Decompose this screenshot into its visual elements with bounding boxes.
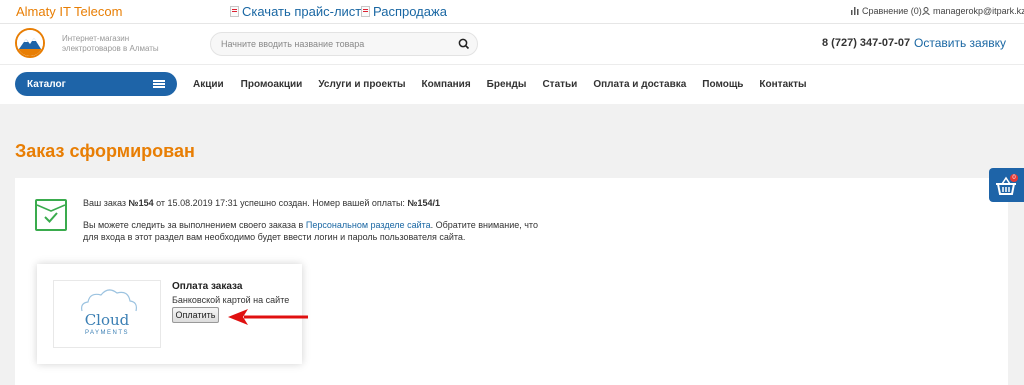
sale-link-label: Распродажа: [373, 4, 447, 19]
pricelist-link[interactable]: Скачать прайс-лист: [230, 4, 361, 19]
phone-number[interactable]: 8 (727) 347-07-07: [822, 37, 910, 49]
cart-widget[interactable]: 0: [989, 168, 1024, 202]
cart-count-badge: 0: [1010, 174, 1018, 182]
nav-item-brands[interactable]: Бренды: [487, 79, 527, 90]
nav-items: Акции Промоакции Услуги и проекты Компан…: [193, 79, 807, 90]
cloudpayments-logo: Cloud PAYMENTS: [53, 280, 161, 348]
order-tracking-message: Вы можете следить за выполнением своего …: [83, 219, 555, 243]
top-bar: Almaty IT Telecom Скачать прайс-лист Рас…: [0, 0, 1024, 24]
search-placeholder: Начните вводить название товара: [221, 39, 365, 49]
compare-icon: [851, 7, 859, 15]
compare-label: Сравнение (0): [862, 6, 922, 16]
cloudpayments-logo-sub: PAYMENTS: [84, 330, 130, 336]
order-created-message: Ваш заказ №154 от 15.08.2019 17:31 успеш…: [83, 198, 440, 208]
nav-item-help[interactable]: Помощь: [702, 79, 743, 90]
order-success-icon: [35, 199, 67, 231]
order-msg-mid: от 15.08.2019 17:31 успешно создан. Номе…: [156, 198, 405, 208]
nav-item-services[interactable]: Услуги и проекты: [318, 79, 405, 90]
payment-number: №154/1: [407, 198, 441, 208]
checkmark-icon: [36, 204, 66, 223]
main-nav: Каталог Акции Промоакции Услуги и проект…: [0, 64, 1024, 104]
site-logo[interactable]: [15, 28, 45, 58]
compare-link[interactable]: Сравнение (0): [851, 6, 922, 16]
catalog-label: Каталог: [27, 79, 66, 90]
nav-item-articles[interactable]: Статьи: [542, 79, 577, 90]
order-number: №154: [128, 198, 154, 208]
annotation-arrow-icon: [228, 309, 308, 325]
tagline-line-2: электротоваров в Алматы: [62, 44, 159, 53]
brand-name[interactable]: Almaty IT Telecom: [16, 4, 122, 19]
pricelist-link-label: Скачать прайс-лист: [242, 4, 362, 19]
site-tagline: Интернет-магазин электротоваров в Алматы: [62, 34, 159, 54]
cloudpayments-logo-word: Cloud: [84, 311, 130, 329]
nav-item-promotions[interactable]: Акции: [193, 79, 224, 90]
payment-method: Банковской картой на сайте: [172, 295, 290, 305]
search-icon[interactable]: [457, 37, 471, 51]
tagline-line-1: Интернет-магазин: [62, 34, 130, 43]
order-confirmation-panel: Ваш заказ №154 от 15.08.2019 17:31 успеш…: [15, 178, 1008, 385]
user-email: managerokp@itpark.kz: [933, 6, 1024, 16]
nav-item-company[interactable]: Компания: [422, 79, 471, 90]
mountain-logo-icon: [17, 30, 43, 56]
search-input[interactable]: Начните вводить название товара: [210, 32, 478, 56]
user-link[interactable]: managerokp@itpark.kz: [922, 6, 1024, 16]
document-icon: [230, 6, 239, 17]
nav-item-payment-delivery[interactable]: Оплата и доставка: [593, 79, 686, 90]
sale-link[interactable]: Распродажа: [361, 4, 447, 19]
personal-section-link[interactable]: Персональном разделе сайта: [306, 220, 431, 230]
pay-button[interactable]: Оплатить: [172, 307, 219, 323]
tracking-msg-pre: Вы можете следить за выполнением своего …: [83, 220, 304, 230]
menu-icon: [153, 80, 165, 88]
page-title: Заказ сформирован: [15, 141, 195, 161]
catalog-button[interactable]: Каталог: [15, 72, 177, 96]
order-msg-pre: Ваш заказ: [83, 198, 127, 208]
header: Интернет-магазин электротоваров в Алматы…: [0, 24, 1024, 64]
callback-link[interactable]: Оставить заявку: [914, 36, 1006, 50]
user-icon: [922, 7, 930, 15]
nav-item-contacts[interactable]: Контакты: [759, 79, 806, 90]
document-icon: [361, 6, 370, 17]
payment-title: Оплата заказа: [172, 281, 243, 292]
nav-item-promo-actions[interactable]: Промоакции: [241, 79, 303, 90]
